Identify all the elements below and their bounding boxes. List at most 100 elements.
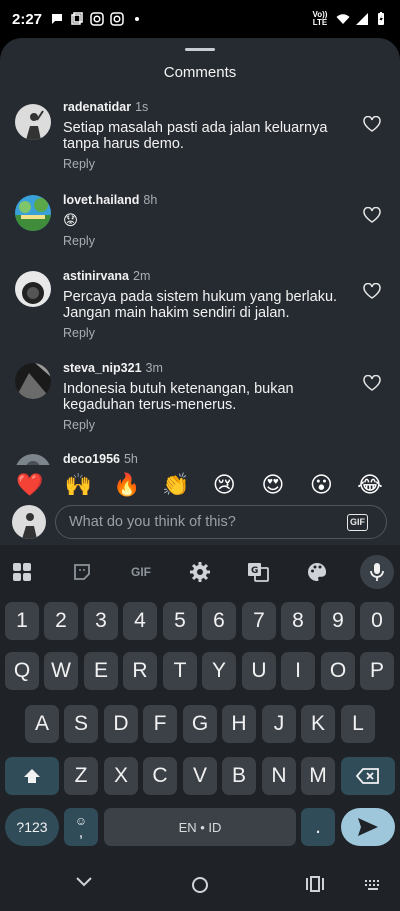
comment-input[interactable]: What do you think of this? GIF [55, 505, 387, 539]
emoji-comma-key[interactable]: ☺ , [64, 808, 98, 846]
key-b[interactable]: B [222, 757, 256, 795]
key-m[interactable]: M [301, 757, 335, 795]
key-1[interactable]: 1 [5, 602, 39, 640]
comment-username[interactable]: deco1956 5h [63, 452, 138, 466]
nav-back-chevron-icon[interactable] [76, 876, 92, 888]
wifi-icon [336, 14, 350, 24]
key-k[interactable]: K [301, 705, 335, 743]
key-5[interactable]: 5 [163, 602, 197, 640]
like-heart-icon[interactable] [363, 283, 381, 299]
emoji-heart-eyes[interactable]: 😍 [259, 472, 287, 498]
emoji-crying[interactable]: 😢 [210, 472, 238, 498]
comment-input-row: What do you think of this? GIF [0, 505, 400, 545]
emoji-surprised[interactable]: 😮 [307, 472, 335, 498]
emoji-laughing[interactable]: 😂 [356, 472, 384, 498]
like-heart-icon[interactable] [363, 375, 381, 391]
comments-sheet: Comments radenatidar 1s Setiap masalah pa… [0, 38, 400, 545]
key-i[interactable]: I [281, 652, 315, 690]
key-p[interactable]: P [360, 652, 394, 690]
key-0[interactable]: 0 [360, 602, 394, 640]
key-8[interactable]: 8 [281, 602, 315, 640]
key-x[interactable]: X [104, 757, 138, 795]
nav-recents-icon[interactable] [306, 876, 324, 892]
reply-button[interactable]: Reply [63, 418, 95, 432]
key-q[interactable]: Q [5, 652, 39, 690]
like-heart-icon[interactable] [363, 207, 381, 223]
comment-text: Setiap masalah pasti ada jalan keluarnya… [63, 120, 328, 152]
instagram-icon [90, 12, 104, 26]
emoji-heart[interactable]: ❤️ [16, 472, 44, 498]
dot-icon [135, 17, 140, 21]
comment-time: 8h [143, 193, 158, 207]
key-c[interactable]: C [143, 757, 177, 795]
key-2[interactable]: 2 [44, 602, 78, 640]
key-j[interactable]: J [262, 705, 296, 743]
avatar[interactable] [15, 363, 51, 399]
keyboard-toolbar: GIF G [0, 555, 400, 589]
nav-home-icon[interactable] [191, 876, 209, 894]
key-v[interactable]: V [183, 757, 217, 795]
send-key[interactable] [341, 808, 395, 846]
key-9[interactable]: 9 [321, 602, 355, 640]
key-r[interactable]: R [123, 652, 157, 690]
key-g[interactable]: G [183, 705, 217, 743]
like-heart-icon[interactable] [363, 116, 381, 132]
theme-palette-icon[interactable] [300, 555, 334, 589]
comment-username[interactable]: radenatidar 1s [63, 100, 148, 114]
comment-username[interactable]: astinirvana 2m [63, 269, 150, 283]
space-key[interactable]: EN • ID [104, 808, 296, 846]
reply-button[interactable]: Reply [63, 157, 95, 171]
emoji-reaction-bar: ❤️ 🙌 🔥 👏 😢 😍 😮 😂 [0, 465, 400, 505]
sheet-title: Comments [163, 64, 237, 81]
sheet-drag-handle[interactable] [185, 48, 215, 51]
settings-gear-icon[interactable] [183, 555, 217, 589]
microphone-icon[interactable] [360, 555, 394, 589]
key-l[interactable]: L [341, 705, 375, 743]
reply-button[interactable]: Reply [63, 326, 95, 340]
key-z[interactable]: Z [64, 757, 98, 795]
emoji-fire[interactable]: 🔥 [113, 472, 141, 498]
key-h[interactable]: H [222, 705, 256, 743]
status-bar: 2:27 Vo)) LTE [0, 0, 400, 38]
key-s[interactable]: S [64, 705, 98, 743]
emoji-raised-hands[interactable]: 🙌 [65, 472, 93, 498]
keyboard: GIF G 1 2 3 4 5 6 7 8 9 0 Q W E R T Y U … [0, 545, 400, 858]
keyboard-switch-icon[interactable] [365, 880, 381, 890]
avatar[interactable] [15, 104, 51, 140]
key-a[interactable]: A [25, 705, 59, 743]
key-w[interactable]: W [44, 652, 78, 690]
translate-icon[interactable]: G [241, 555, 275, 589]
key-4[interactable]: 4 [123, 602, 157, 640]
sticker-icon[interactable] [65, 555, 99, 589]
reply-button[interactable]: Reply [63, 234, 95, 248]
avatar[interactable] [15, 195, 51, 231]
key-e[interactable]: E [84, 652, 118, 690]
comma-label: , [78, 824, 84, 841]
avatar[interactable] [15, 271, 51, 307]
comment-username[interactable]: lovet.hailand 8h [63, 193, 157, 207]
key-f[interactable]: F [143, 705, 177, 743]
key-d[interactable]: D [104, 705, 138, 743]
key-o[interactable]: O [321, 652, 355, 690]
comment-username[interactable]: steva_nip321 3m [63, 361, 163, 375]
key-n[interactable]: N [262, 757, 296, 795]
keyboard-gif-button[interactable]: GIF [124, 555, 158, 589]
key-7[interactable]: 7 [242, 602, 276, 640]
comment-text: 😟 [63, 213, 79, 229]
chat-bubble-icon [52, 14, 63, 24]
period-key[interactable]: . [301, 808, 335, 846]
key-y[interactable]: Y [202, 652, 236, 690]
emoji-clap[interactable]: 👏 [162, 472, 190, 498]
key-u[interactable]: U [242, 652, 276, 690]
comment-time: 3m [145, 361, 163, 375]
key-3[interactable]: 3 [84, 602, 118, 640]
shift-key[interactable] [5, 757, 59, 795]
navigation-bar [0, 858, 400, 911]
own-avatar [12, 505, 46, 539]
apps-grid-icon[interactable] [5, 555, 39, 589]
key-6[interactable]: 6 [202, 602, 236, 640]
backspace-key[interactable] [341, 757, 395, 795]
symbols-key[interactable]: ?123 [5, 808, 59, 846]
gif-button[interactable]: GIF [347, 514, 368, 531]
key-t[interactable]: T [163, 652, 197, 690]
